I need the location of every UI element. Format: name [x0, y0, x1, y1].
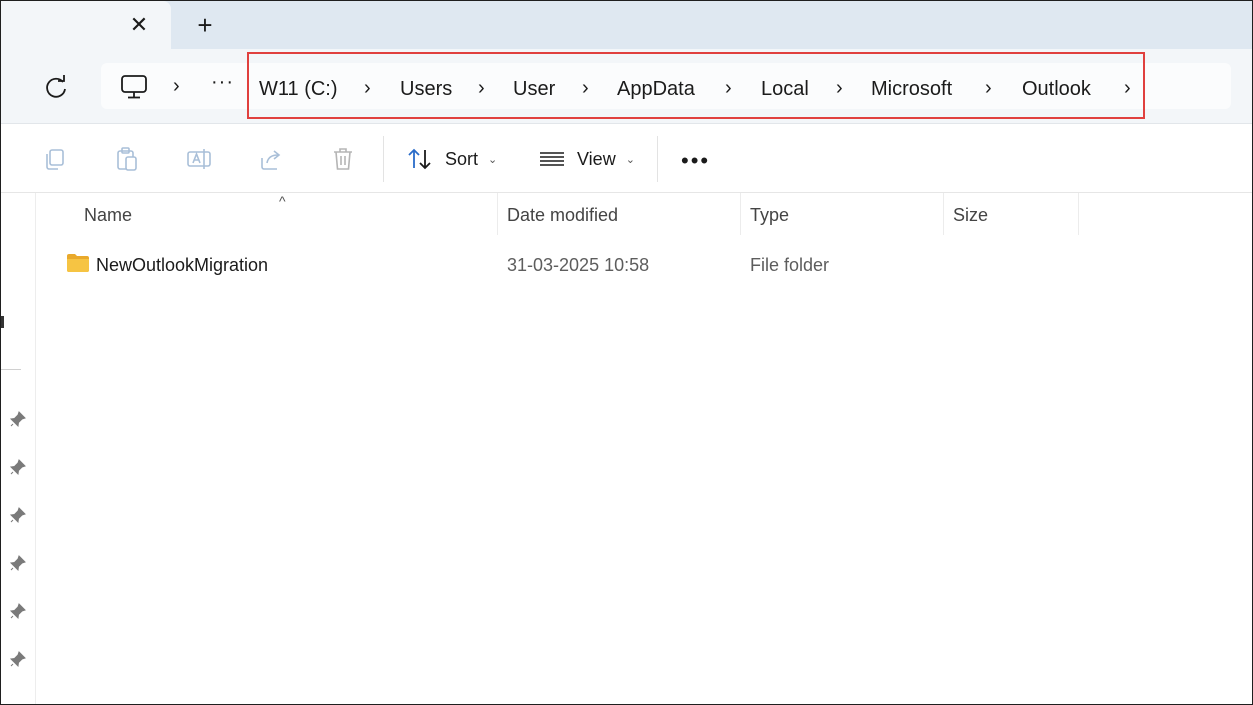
column-separator[interactable]: [943, 193, 944, 235]
column-name[interactable]: Name: [84, 205, 132, 226]
navigation-pane: [1, 193, 36, 704]
crumb-drive[interactable]: W11 (C:): [259, 78, 338, 101]
sort-button[interactable]: Sort ⌄: [407, 142, 497, 176]
file-date-modified: 31-03-2025 10:58: [507, 255, 650, 275]
refresh-icon[interactable]: [41, 73, 71, 103]
column-separator[interactable]: [740, 193, 741, 235]
table-row[interactable]: NewOutlookMigration 31-03-2025 10:58 Fil…: [36, 245, 1252, 285]
copy-icon[interactable]: [42, 146, 68, 172]
rename-icon[interactable]: [186, 146, 212, 172]
command-bar: Sort ⌄ View ⌄ •••: [1, 124, 1252, 193]
crumb-user[interactable]: User: [513, 78, 555, 101]
view-label: View: [577, 148, 616, 169]
file-type: File folder: [750, 255, 830, 275]
this-pc-icon[interactable]: [119, 73, 149, 101]
column-header: ^ Name Date modified Type Size: [36, 193, 1252, 237]
active-tab[interactable]: ✕: [1, 1, 171, 49]
chevron-right-icon[interactable]: ›: [173, 75, 180, 98]
view-button[interactable]: View ⌄: [539, 142, 635, 176]
pin-icon[interactable]: [9, 602, 27, 620]
paste-icon[interactable]: [114, 146, 140, 172]
view-icon: [540, 152, 564, 166]
column-separator[interactable]: [497, 193, 498, 235]
pane-resize-handle[interactable]: [1, 316, 4, 328]
address-row: › ··· W11 (C:) › Users › User › AppData …: [1, 49, 1252, 124]
pin-icon[interactable]: [9, 458, 27, 476]
file-name[interactable]: NewOutlookMigration: [96, 255, 268, 276]
toolbar-divider: [383, 136, 384, 182]
chevron-down-icon: ⌄: [625, 153, 635, 166]
crumb-microsoft[interactable]: Microsoft: [871, 78, 952, 101]
column-size[interactable]: Size: [953, 205, 988, 226]
sort-label: Sort: [445, 148, 479, 169]
more-locations-icon[interactable]: ···: [211, 71, 234, 94]
crumb-outlook[interactable]: Outlook: [1022, 78, 1091, 101]
column-type[interactable]: Type: [750, 205, 789, 226]
chevron-right-icon[interactable]: ›: [725, 77, 732, 100]
delete-icon[interactable]: [330, 146, 356, 172]
column-date-modified[interactable]: Date modified: [507, 205, 618, 226]
breadcrumb: W11 (C:) › Users › User › AppData › Loca…: [247, 52, 1145, 119]
folder-icon: [67, 254, 89, 272]
pin-icon[interactable]: [9, 410, 27, 428]
share-icon[interactable]: [258, 146, 284, 172]
pane-divider: [1, 369, 21, 370]
crumb-users[interactable]: Users: [400, 78, 452, 101]
more-options-icon[interactable]: •••: [681, 148, 710, 174]
crumb-local[interactable]: Local: [761, 78, 809, 101]
sort-icon: [408, 148, 431, 170]
pin-icon[interactable]: [9, 554, 27, 572]
new-tab-icon[interactable]: +: [191, 10, 219, 40]
chevron-down-icon: ⌄: [488, 153, 498, 166]
chevron-right-icon[interactable]: ›: [364, 77, 371, 100]
pin-icon[interactable]: [9, 650, 27, 668]
chevron-right-icon[interactable]: ›: [985, 77, 992, 100]
crumb-appdata[interactable]: AppData: [617, 78, 695, 101]
toolbar-divider: [657, 136, 658, 182]
column-separator[interactable]: [1078, 193, 1079, 235]
sort-ascending-icon: ^: [279, 193, 286, 209]
tab-strip: ✕ +: [1, 1, 1252, 49]
chevron-right-icon[interactable]: ›: [836, 77, 843, 100]
close-tab-icon[interactable]: ✕: [125, 11, 153, 39]
pin-icon[interactable]: [9, 506, 27, 524]
chevron-right-icon[interactable]: ›: [478, 77, 485, 100]
chevron-right-icon[interactable]: ›: [1124, 77, 1131, 100]
chevron-right-icon[interactable]: ›: [582, 77, 589, 100]
file-explorer-window: ✕ + › ··· W11 (C:) › Users › User › AppD…: [0, 0, 1253, 705]
